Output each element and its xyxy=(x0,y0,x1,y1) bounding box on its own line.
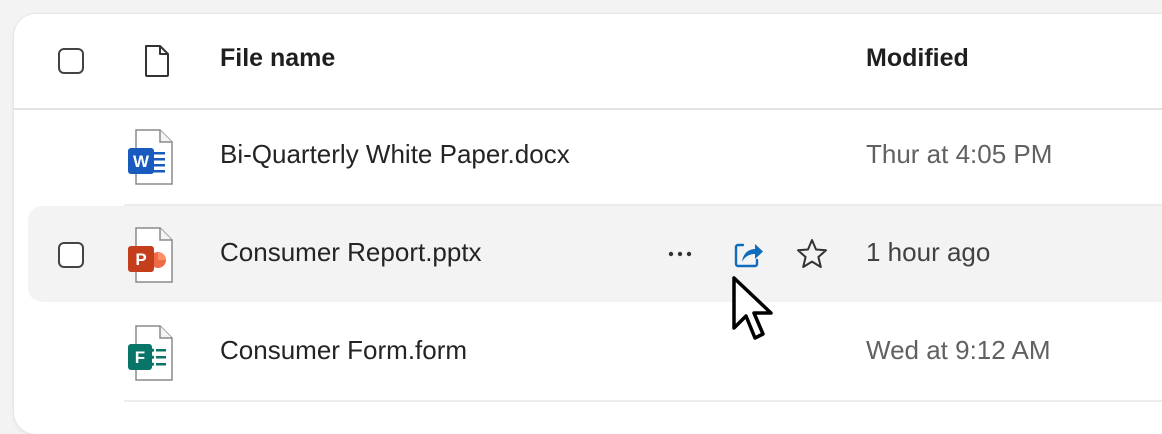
file-name-column-header[interactable]: File name xyxy=(220,44,335,73)
mouse-pointer-icon xyxy=(732,276,773,340)
file-name[interactable]: Consumer Report.pptx xyxy=(220,237,482,268)
file-list-card: File name Modified W Bi-Quarterly White … xyxy=(14,14,1162,434)
svg-text:F: F xyxy=(135,348,145,367)
share-icon[interactable] xyxy=(730,236,766,272)
svg-text:P: P xyxy=(135,250,146,269)
powerpoint-file-icon: P xyxy=(128,227,173,283)
file-list-header: File name Modified xyxy=(14,14,1162,110)
row-select-checkbox[interactable] xyxy=(58,242,84,268)
favorite-star-icon[interactable] xyxy=(794,236,830,272)
file-row[interactable]: F Consumer Form.form Wed at 9:12 AM xyxy=(14,304,1162,402)
file-name[interactable]: Bi-Quarterly White Paper.docx xyxy=(220,139,570,170)
modified-time: 1 hour ago xyxy=(866,237,991,267)
modified-time: Wed at 9:12 AM xyxy=(866,335,1051,365)
file-name[interactable]: Consumer Form.form xyxy=(220,335,467,366)
file-row-hovered[interactable]: P Consumer Report.pptx 1 hour ago xyxy=(28,206,1162,302)
svg-text:W: W xyxy=(133,152,150,171)
select-all-checkbox[interactable] xyxy=(58,48,84,74)
modified-time: Thur at 4:05 PM xyxy=(866,139,1053,169)
file-row[interactable]: W Bi-Quarterly White Paper.docx Thur at … xyxy=(14,108,1162,206)
forms-file-icon: F xyxy=(128,325,173,381)
modified-column-header[interactable]: Modified xyxy=(866,44,969,73)
file-type-column-icon[interactable] xyxy=(142,44,172,78)
more-options-icon[interactable] xyxy=(662,236,698,272)
word-file-icon: W xyxy=(128,129,173,185)
